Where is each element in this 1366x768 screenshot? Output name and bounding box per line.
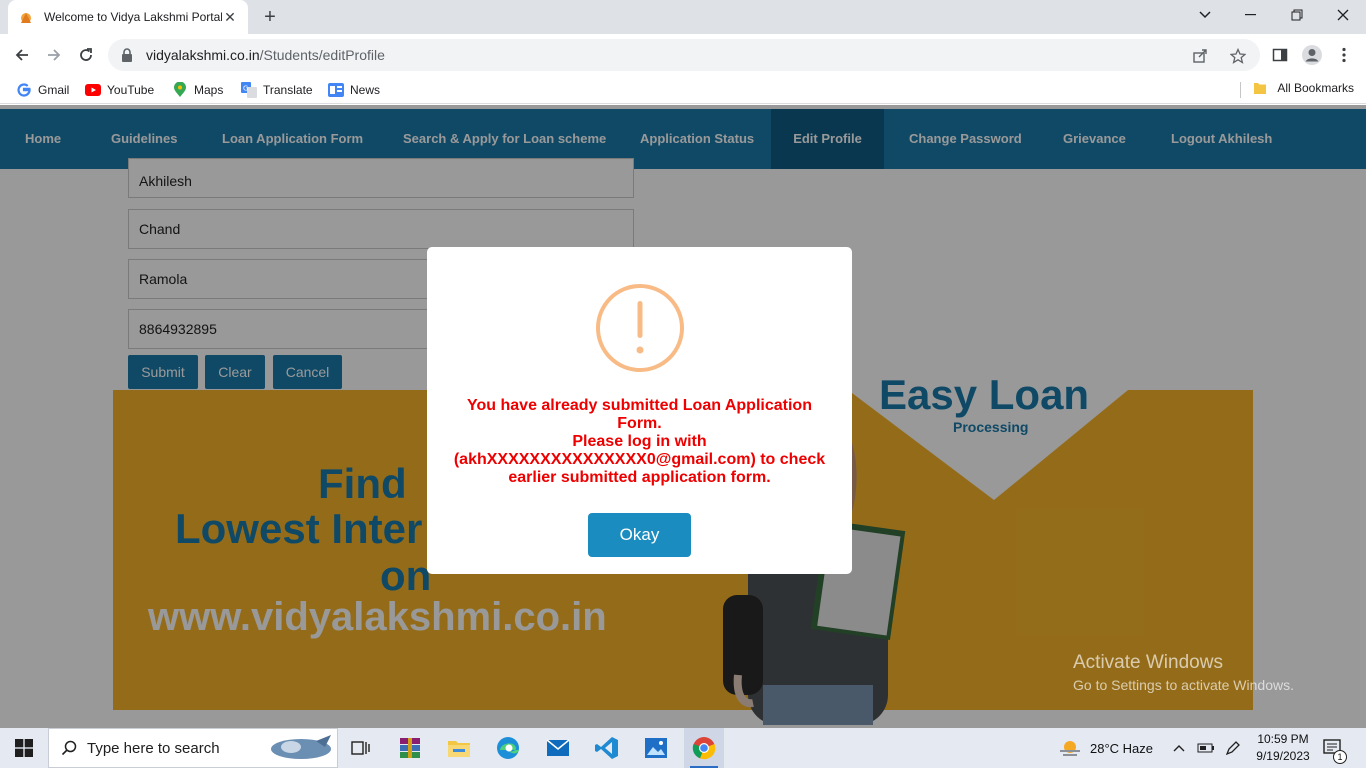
maps-icon <box>172 82 188 98</box>
warning-icon <box>596 284 684 372</box>
back-icon[interactable] <box>9 42 35 68</box>
alert-message-line: Form. <box>617 415 662 432</box>
svg-text:G: G <box>243 85 248 93</box>
vscode-icon[interactable] <box>587 732 627 764</box>
task-view-icon[interactable] <box>340 732 380 764</box>
browser-toolbar: vidyalakshmi.co.in/Students/editProfile <box>0 34 1366 76</box>
winrar-icon[interactable] <box>390 732 430 764</box>
alert-message-line: You have already submitted Loan Applicat… <box>467 397 812 414</box>
notifications-icon[interactable]: 1 <box>1323 728 1347 768</box>
tab-title: Welcome to Vidya Lakshmi Portal <box>44 10 222 24</box>
weather-text: 28°C Haze <box>1090 740 1154 756</box>
bookmark-maps[interactable]: Maps <box>172 81 223 99</box>
lock-icon[interactable] <box>120 48 134 62</box>
alert-dialog: You have already submitted Loan Applicat… <box>427 247 852 574</box>
weather-widget[interactable]: 28°C Haze <box>1058 728 1153 768</box>
battery-icon[interactable] <box>1197 728 1215 768</box>
taskbar-search-box[interactable]: Type here to search <box>48 728 338 768</box>
watermark-subtitle: Go to Settings to activate Windows. <box>1073 677 1294 693</box>
all-bookmarks-label: All Bookmarks <box>1277 81 1354 95</box>
notification-count-badge: 1 <box>1333 750 1347 764</box>
browser-tab-strip: Welcome to Vidya Lakshmi Portal ✕ + <box>0 0 1366 34</box>
search-icon <box>61 740 77 756</box>
close-tab-icon[interactable]: ✕ <box>222 9 238 25</box>
restore-icon[interactable] <box>1274 0 1320 30</box>
okay-button[interactable]: Okay <box>588 513 691 557</box>
bookmark-label: Gmail <box>38 83 70 97</box>
clock-time: 10:59 PM <box>1257 732 1309 746</box>
bookmarks-bar: Gmail YouTube Maps G Translate News All … <box>0 76 1366 104</box>
pen-icon[interactable] <box>1225 728 1241 768</box>
folder-icon <box>1253 81 1269 95</box>
translate-icon: G <box>241 82 257 98</box>
file-explorer-icon[interactable] <box>439 732 479 764</box>
site-favicon-icon <box>18 9 34 25</box>
tab-search-chevron-icon[interactable] <box>1182 0 1228 30</box>
news-icon <box>328 82 344 98</box>
bookmark-label: Maps <box>194 83 224 97</box>
bookmark-gmail[interactable]: Gmail <box>16 81 69 99</box>
address-bar[interactable]: vidyalakshmi.co.in/Students/editProfile <box>108 39 1260 71</box>
windows-taskbar: Type here to search 28°C Haze 10:59 PM 9… <box>0 728 1366 768</box>
bookmark-star-icon[interactable] <box>1228 46 1248 66</box>
bookmark-youtube[interactable]: YouTube <box>85 81 154 99</box>
search-highlight-icon <box>271 735 331 759</box>
url-host: vidyalakshmi.co.in <box>146 47 260 63</box>
tray-overflow-chevron-icon[interactable] <box>1173 728 1185 768</box>
close-window-icon[interactable] <box>1320 0 1366 30</box>
google-g-icon <box>16 82 32 98</box>
photos-icon[interactable] <box>636 732 676 764</box>
search-placeholder: Type here to search <box>87 739 220 757</box>
bookmark-label: News <box>350 83 381 97</box>
browser-tab[interactable]: Welcome to Vidya Lakshmi Portal ✕ <box>8 0 248 34</box>
alert-message-line: Please log in with <box>572 433 707 450</box>
alert-message-line: (akhXXXXXXXXXXXXXXX0@gmail.com) to check <box>453 451 826 468</box>
reload-icon[interactable] <box>73 42 99 68</box>
clock-date: 9/19/2023 <box>1256 749 1310 763</box>
share-icon[interactable] <box>1190 46 1210 66</box>
forward-icon[interactable] <box>41 42 67 68</box>
url-text: vidyalakshmi.co.in/Students/editProfile <box>146 47 385 63</box>
watermark-title: Activate Windows <box>1073 652 1223 673</box>
system-clock[interactable]: 10:59 PM 9/19/2023 <box>1250 731 1316 765</box>
windows-start-icon[interactable] <box>0 728 48 768</box>
minimize-icon[interactable] <box>1228 0 1274 30</box>
url-path: /Students/editProfile <box>259 47 385 63</box>
mail-icon[interactable] <box>538 732 578 764</box>
activate-windows-watermark: Activate Windows Go to Settings to activ… <box>1073 652 1294 693</box>
edge-browser-icon[interactable] <box>488 732 528 764</box>
alert-message-line: earlier submitted application form. <box>508 469 771 486</box>
alert-message: You have already submitted Loan Applicat… <box>447 397 832 487</box>
haze-weather-icon <box>1058 738 1082 758</box>
chrome-icon[interactable] <box>684 728 724 768</box>
bookmark-news[interactable]: News <box>328 81 380 99</box>
bookmark-label: YouTube <box>107 83 155 97</box>
menu-kebab-icon[interactable] <box>1332 43 1356 67</box>
youtube-icon <box>85 82 101 98</box>
new-tab-button[interactable]: + <box>259 5 281 29</box>
side-panel-icon[interactable] <box>1268 43 1292 67</box>
bookmark-translate[interactable]: G Translate <box>241 81 313 99</box>
bookmarks-separator <box>1240 82 1241 98</box>
bookmark-label: Translate <box>263 83 313 97</box>
profile-avatar-icon[interactable] <box>1300 43 1324 67</box>
all-bookmarks-button[interactable]: All Bookmarks <box>1253 81 1354 95</box>
